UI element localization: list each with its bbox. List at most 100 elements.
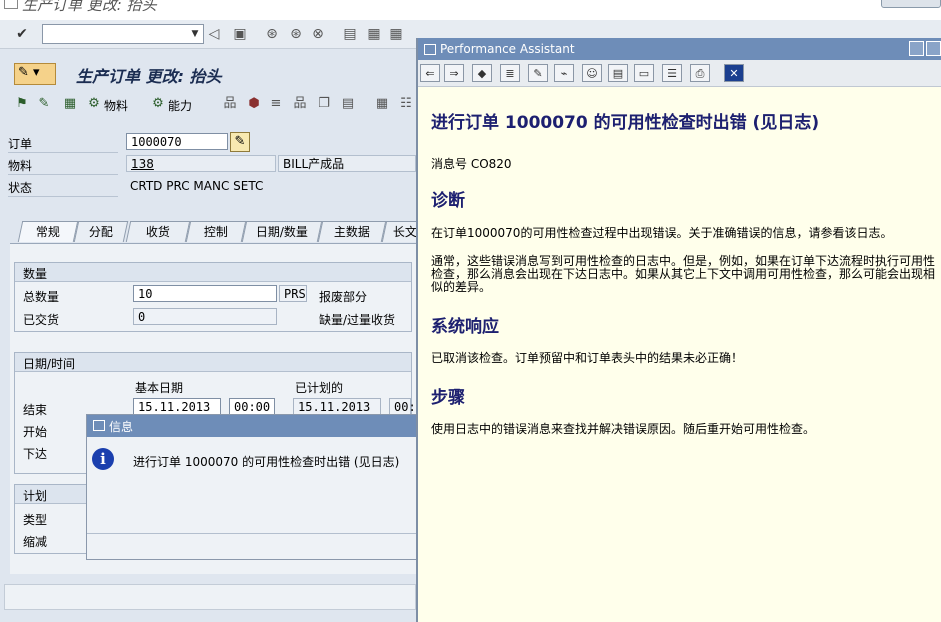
start-label: 开始	[23, 425, 48, 439]
material-tree-icon[interactable]: ⚙	[86, 96, 102, 112]
quantity-group: 数量 总数量 10 PRS 报废部分 已交货 0 缺量/过量收货	[14, 262, 412, 332]
scrap-label: 报废部分	[319, 290, 368, 304]
grid-icon[interactable]: ▦	[374, 96, 390, 112]
order-field[interactable]: 1000070	[126, 133, 228, 150]
planning-group-title: 计划	[23, 489, 48, 503]
table-icon[interactable]: ▦	[62, 96, 78, 112]
quantity-group-title: 数量	[23, 267, 48, 281]
structure-icon[interactable]: ≡	[268, 96, 284, 112]
tree-icon[interactable]: ☷	[398, 96, 414, 112]
end-scheduled-date-field: 15.11.2013	[293, 398, 381, 415]
unit-field[interactable]: PRS	[279, 285, 307, 302]
window-icon	[93, 420, 105, 431]
book-icon[interactable]: ◆	[472, 64, 492, 82]
people-icon[interactable]: ☺	[582, 64, 602, 82]
page-icon[interactable]: ▤	[608, 64, 628, 82]
cancel-icon[interactable]: ⊗	[310, 26, 326, 42]
message-number: 消息号 CO820	[431, 157, 512, 171]
scheduled-column: 已计划的	[295, 381, 344, 395]
diagnosis-text: 在订单1000070的可用性检查过程中出现错误。关于准确错误的信息，请参看该日志…	[431, 226, 893, 240]
capacity-tree-icon[interactable]: ⚙	[150, 96, 166, 112]
back-arrow-icon[interactable]: ◁	[206, 26, 222, 42]
procedure-text: 使用日志中的错误消息来查找并解决错误原因。随后重开始可用性检查。	[431, 422, 816, 436]
material-label: 物料	[8, 157, 118, 175]
material-field[interactable]: 138	[126, 155, 276, 172]
edit-order-icon[interactable]: ✎	[230, 132, 250, 152]
exit-icon[interactable]: ⊛	[288, 26, 304, 42]
copy-icon[interactable]: ❐	[316, 96, 332, 112]
edit-icon[interactable]: ✎	[36, 96, 52, 112]
end-basic-date-field[interactable]: 15.11.2013	[133, 398, 221, 415]
assistant-title-bar: Performance Assistant	[418, 38, 941, 60]
diagnosis-heading: 诊断	[431, 191, 465, 211]
status-label: 状态	[8, 179, 118, 197]
edit-icon[interactable]: ✎	[528, 64, 548, 82]
info-dialog-title: 信息	[109, 420, 134, 434]
hierarchy-icon[interactable]: 品	[222, 96, 238, 112]
options-icon[interactable]: ☰	[662, 64, 682, 82]
end-label: 结束	[23, 403, 48, 417]
enter-check-icon[interactable]: ✔	[14, 26, 30, 42]
status-value: CRTD PRC MANC SETC	[130, 179, 264, 193]
material-button[interactable]: 物料	[104, 97, 128, 114]
shortage-label: 缺量/过量收货	[319, 313, 396, 327]
info-icon: i	[92, 448, 114, 470]
find-next-icon[interactable]: ▦	[388, 26, 404, 42]
back-arrow-icon[interactable]: ⇐	[420, 64, 440, 82]
window-control-button[interactable]	[881, 0, 941, 8]
screen-icon[interactable]: ▭	[634, 64, 654, 82]
capacity-button[interactable]: 能力	[168, 97, 192, 114]
end-scheduled-time-field: 00:	[389, 398, 416, 415]
total-quantity-field[interactable]: 10	[133, 285, 277, 302]
delivered-field: 0	[133, 308, 277, 325]
tab-assignment[interactable]: 分配	[73, 221, 129, 242]
type-label: 类型	[23, 513, 48, 527]
tab-master-data[interactable]: 主数据	[317, 221, 387, 242]
diagnosis-text-2: 通常，这些错误消息写到可用性检查的日志中。但是，例如，如果在订单下达流程时执行可…	[431, 254, 936, 294]
link-icon[interactable]: ⌁	[554, 64, 574, 82]
page-header: ✎ ▾ 生产订单 更改: 抬头	[0, 59, 416, 87]
save-icon[interactable]: ▣	[232, 26, 248, 42]
window-icon	[424, 44, 436, 55]
minimize-button[interactable]	[909, 41, 924, 56]
hierarchy2-icon[interactable]: 品	[292, 96, 308, 112]
find-icon[interactable]: ▦	[366, 26, 382, 42]
flag-icon[interactable]: ⚑	[14, 96, 30, 112]
application-toolbar: ⚑ ✎ ▦ ⚙ 物料 ⚙ 能力 品 ⬢ ≡ 品 ❐ ▤ ▦ ☷	[0, 93, 416, 117]
system-response-heading: 系统响应	[431, 317, 499, 337]
tab-strip: 常规 分配 收货 控制 日期/数量 主数据 长文	[16, 221, 429, 243]
info-dialog-header: 信息	[87, 415, 417, 437]
tab-dates-quantities[interactable]: 日期/数量	[241, 221, 323, 242]
print-icon[interactable]: ⎙	[690, 64, 710, 82]
forward-arrow-icon[interactable]: ⇒	[444, 64, 464, 82]
sap-logo-icon: ✎ ▾	[14, 63, 56, 85]
window-icon	[4, 0, 18, 9]
status-bar	[4, 584, 416, 610]
assistant-heading: 进行订单 1000070 的可用性检查时出错 (见日志)	[431, 113, 820, 133]
tab-control[interactable]: 控制	[185, 221, 247, 242]
component-icon[interactable]: ⬢	[246, 96, 262, 112]
window-title: 生产订单 更改: 抬头	[22, 0, 157, 14]
dates-group-title: 日期/时间	[23, 357, 76, 371]
tab-general[interactable]: 常规	[17, 221, 79, 242]
technical-info-icon[interactable]: ≣	[500, 64, 520, 82]
info-message: 进行订单 1000070 的可用性检查时出错 (见日志)	[133, 455, 400, 469]
print-icon[interactable]: ▤	[342, 26, 358, 42]
end-basic-time-field[interactable]: 00:00	[229, 398, 275, 415]
document-icon[interactable]: ▤	[340, 96, 356, 112]
release-label: 下达	[23, 447, 48, 461]
reduction-label: 缩减	[23, 535, 48, 549]
total-quantity-label: 总数量	[23, 290, 60, 304]
maximize-button[interactable]	[926, 41, 941, 56]
assistant-title: Performance Assistant	[440, 42, 575, 56]
system-response-text: 已取消该检查。订单预留中和订单表头中的结果未必正确！	[431, 351, 744, 365]
command-field[interactable]: ▼	[42, 24, 204, 44]
back-icon[interactable]: ⊛	[264, 26, 280, 42]
assistant-toolbar: ⇐ ⇒ ◆ ≣ ✎ ⌁ ☺ ▤ ▭ ☰ ⎙ ✕	[418, 60, 941, 87]
chevron-down-icon[interactable]: ▼	[189, 28, 201, 40]
window-title-bar: 生产订单 更改: 抬头	[0, 0, 941, 20]
procedure-heading: 步骤	[431, 388, 465, 408]
close-icon[interactable]: ✕	[724, 64, 744, 82]
order-label: 订单	[8, 135, 118, 153]
tab-goods-receipt[interactable]: 收货	[125, 221, 191, 242]
